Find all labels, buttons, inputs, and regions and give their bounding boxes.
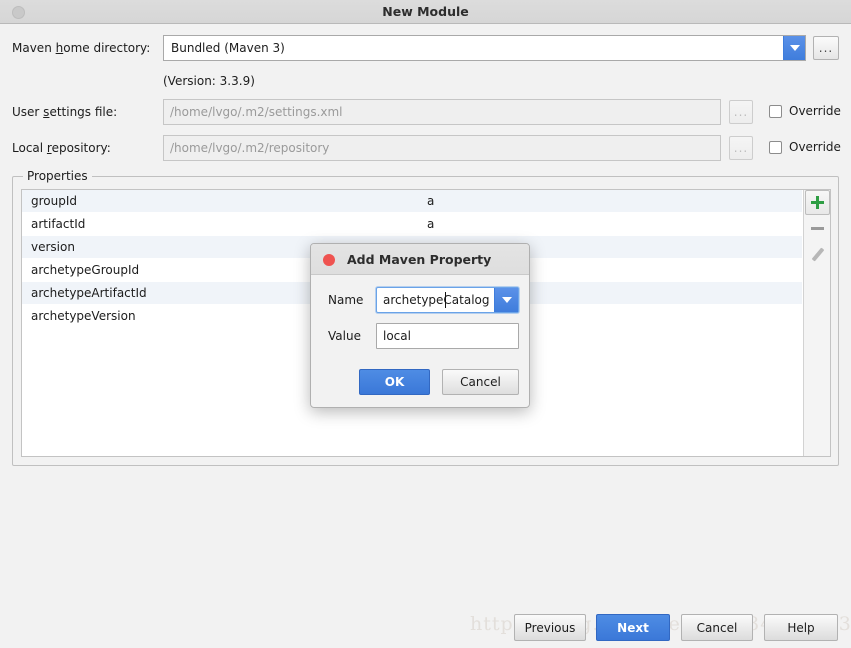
maven-home-label-part2: ome directory: xyxy=(63,41,150,55)
property-key: version xyxy=(31,236,75,259)
user-settings-label-part2: ettings file: xyxy=(49,105,117,119)
local-repository-browse-button[interactable]: ... xyxy=(729,136,753,160)
checkbox-box-icon[interactable] xyxy=(769,141,782,154)
table-row[interactable]: artifactId a xyxy=(22,213,802,236)
property-key: archetypeGroupId xyxy=(31,259,139,282)
previous-button-label: Previous xyxy=(525,621,576,635)
chevron-down-icon[interactable] xyxy=(783,36,805,60)
local-repository-override-checkbox[interactable]: Override xyxy=(769,140,841,154)
local-repository-label-part1: Local xyxy=(12,141,47,155)
window-titlebar: New Module xyxy=(0,0,851,24)
user-settings-browse-button[interactable]: ... xyxy=(729,100,753,124)
dialog-value-input[interactable]: local xyxy=(376,323,519,349)
cancel-button-label: Cancel xyxy=(697,621,738,635)
dialog-ok-label: OK xyxy=(385,375,405,389)
maven-home-browse-button[interactable]: ... xyxy=(813,36,839,60)
chevron-down-icon[interactable] xyxy=(494,288,518,312)
local-repository-override-label: Override xyxy=(789,140,841,154)
property-key: archetypeArtifactId xyxy=(31,282,147,305)
dialog-name-label: Name xyxy=(328,293,363,307)
property-key: archetypeVersion xyxy=(31,305,136,328)
user-settings-override-label: Override xyxy=(789,104,841,118)
text-caret xyxy=(445,292,446,308)
add-maven-property-dialog: Add Maven Property Name archetypeCatalog… xyxy=(310,243,530,408)
pencil-icon xyxy=(811,248,825,262)
properties-groupbox-title: Properties xyxy=(23,169,92,183)
dialog-name-value: archetypeCatalog xyxy=(377,288,494,312)
local-repository-label: Local repository: xyxy=(12,141,111,155)
maven-version-hint: (Version: 3.3.9) xyxy=(163,74,255,88)
maven-home-directory-value: Bundled (Maven 3) xyxy=(164,36,783,60)
property-value: a xyxy=(427,213,434,236)
edit-property-button[interactable] xyxy=(805,242,830,267)
remove-property-button[interactable] xyxy=(805,216,830,241)
user-settings-file-label: User settings file: xyxy=(12,105,117,119)
dialog-ok-button[interactable]: OK xyxy=(359,369,430,395)
user-settings-override-checkbox[interactable]: Override xyxy=(769,104,841,118)
dialog-titlebar: Add Maven Property xyxy=(311,244,529,275)
next-button[interactable]: Next xyxy=(596,614,670,641)
maven-home-directory-combobox[interactable]: Bundled (Maven 3) xyxy=(163,35,806,61)
user-settings-browse-label: ... xyxy=(734,106,748,118)
property-key: artifactId xyxy=(31,213,85,236)
window-title: New Module xyxy=(0,0,851,24)
add-property-button[interactable] xyxy=(805,190,830,215)
dialog-name-value-part1: archetype xyxy=(383,293,443,307)
local-repository-label-part2: epository: xyxy=(52,141,111,155)
local-repository-input[interactable]: /home/lvgo/.m2/repository xyxy=(163,135,721,161)
cancel-button[interactable]: Cancel xyxy=(681,614,753,641)
properties-table-toolbar xyxy=(803,190,830,456)
maven-home-browse-label: ... xyxy=(819,42,833,54)
help-button-label: Help xyxy=(787,621,814,635)
local-repository-browse-label: ... xyxy=(734,142,748,154)
property-key: groupId xyxy=(31,190,77,213)
table-row[interactable]: groupId a xyxy=(22,190,802,213)
new-module-window: New Module Maven home directory: Bundled… xyxy=(0,0,851,648)
property-value: a xyxy=(427,190,434,213)
user-settings-label-part1: User xyxy=(12,105,43,119)
dialog-close-dot-icon[interactable] xyxy=(323,254,335,266)
help-button[interactable]: Help xyxy=(764,614,838,641)
next-button-label: Next xyxy=(617,621,649,635)
checkbox-box-icon[interactable] xyxy=(769,105,782,118)
dialog-value-label: Value xyxy=(328,329,361,343)
minus-icon xyxy=(811,227,824,230)
dialog-name-combobox[interactable]: archetypeCatalog xyxy=(376,287,519,313)
user-settings-file-input[interactable]: /home/lvgo/.m2/settings.xml xyxy=(163,99,721,125)
maven-home-directory-label: Maven home directory: xyxy=(12,41,150,55)
previous-button[interactable]: Previous xyxy=(514,614,586,641)
dialog-name-value-part2: Catalog xyxy=(443,293,489,307)
dialog-title: Add Maven Property xyxy=(347,244,491,275)
maven-home-label-part1: Maven xyxy=(12,41,56,55)
dialog-cancel-button[interactable]: Cancel xyxy=(442,369,519,395)
dialog-cancel-label: Cancel xyxy=(460,375,501,389)
plus-icon xyxy=(811,196,824,209)
